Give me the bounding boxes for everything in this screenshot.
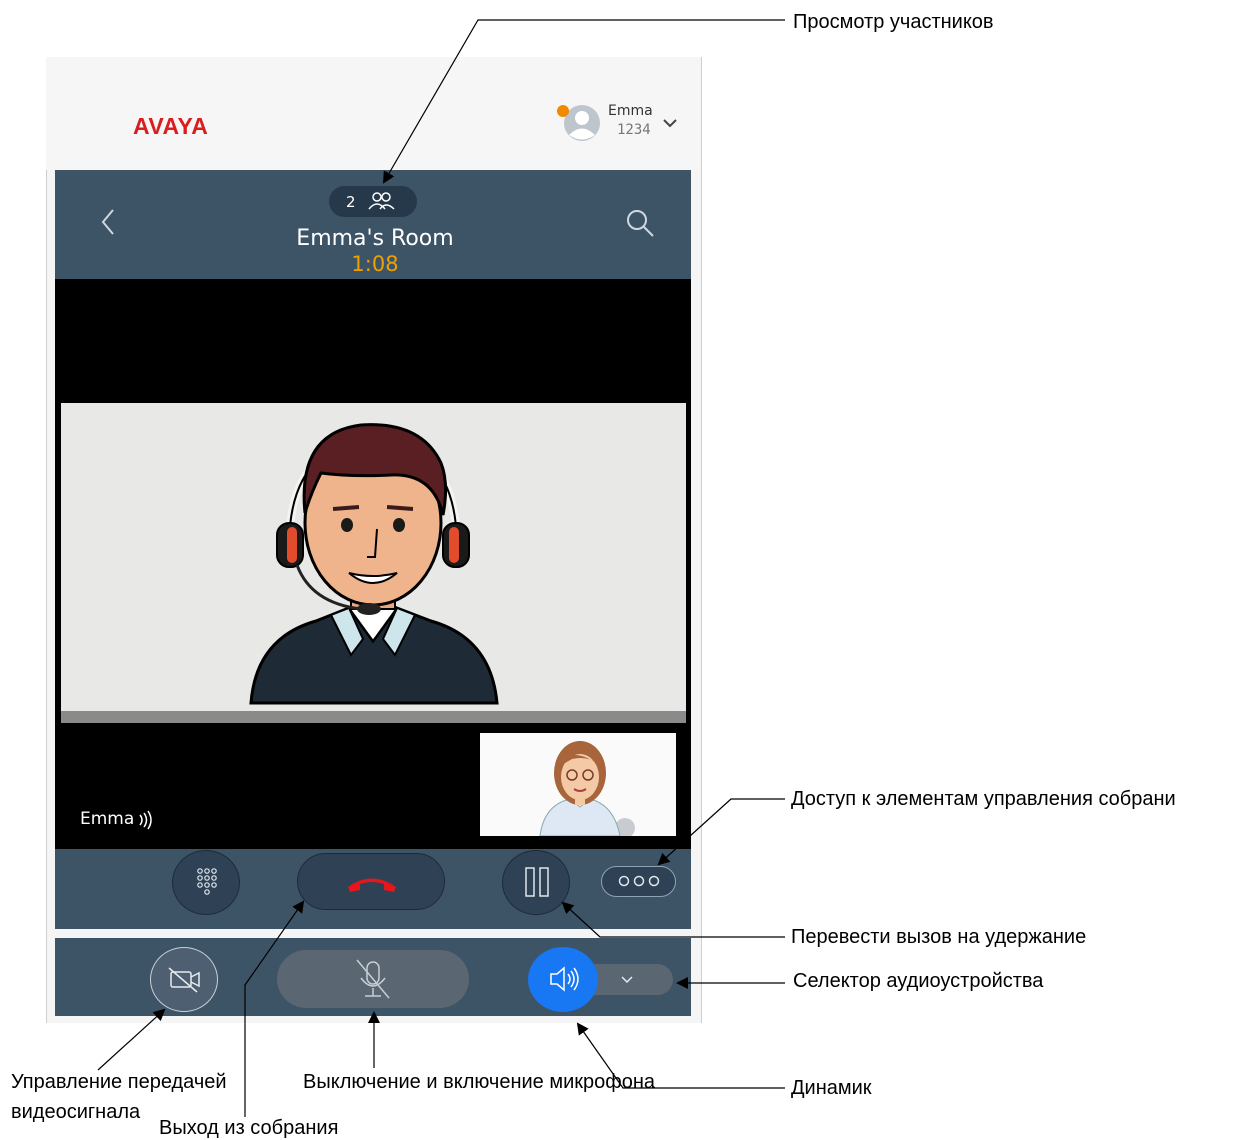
user-extension: 1234 [617, 122, 651, 138]
presence-badge [557, 105, 569, 117]
callout-participants: Просмотр участников [793, 11, 994, 33]
callout-hold: Перевести вызов на удержание [791, 926, 1087, 948]
user-name: Emma [608, 103, 653, 119]
remote-video [61, 403, 686, 723]
self-view-video[interactable] [480, 733, 676, 838]
speaking-indicator-icon [139, 810, 152, 830]
mute-button[interactable] [277, 950, 469, 1008]
hold-button[interactable] [502, 850, 570, 915]
callout-leave: Выход из собрания [159, 1117, 339, 1139]
callout-mute: Выключение и включение микрофона [303, 1071, 656, 1093]
room-title: Emma's Room [296, 226, 454, 251]
self-view-label: Emma [80, 809, 135, 829]
chevron-down-icon[interactable] [662, 117, 678, 129]
callout-video-line2: видеосигнала [11, 1101, 141, 1123]
callout-speaker: Динамик [791, 1077, 872, 1099]
dialpad-icon [197, 868, 217, 895]
people-icon [368, 192, 395, 210]
video-off-icon [168, 967, 200, 993]
pause-icon [525, 867, 549, 897]
participant-count: 2 [346, 193, 356, 211]
dialpad-button[interactable] [172, 850, 240, 915]
self-avatar-illustration [480, 733, 676, 838]
user-avatar[interactable] [556, 104, 602, 142]
more-options-button[interactable] [601, 866, 676, 897]
callout-video-line1: Управление передачей [11, 1071, 227, 1093]
end-call-button[interactable] [297, 853, 445, 910]
speaker-button[interactable] [528, 947, 598, 1012]
callout-meeting-controls: Доступ к элементам управления собрани [791, 788, 1176, 810]
speaker-icon [550, 966, 579, 992]
video-progress-strip [61, 711, 686, 723]
agent-avatar-illustration [249, 423, 499, 705]
mic-muted-icon [356, 959, 390, 999]
video-toggle-button[interactable] [150, 947, 218, 1012]
more-icon [618, 875, 660, 887]
call-timer: 1:08 [351, 252, 399, 276]
avaya-logo: AVAYA [133, 113, 209, 139]
hangup-icon [348, 878, 396, 892]
callout-audio-selector: Селектор аудиоустройства [793, 970, 1044, 992]
